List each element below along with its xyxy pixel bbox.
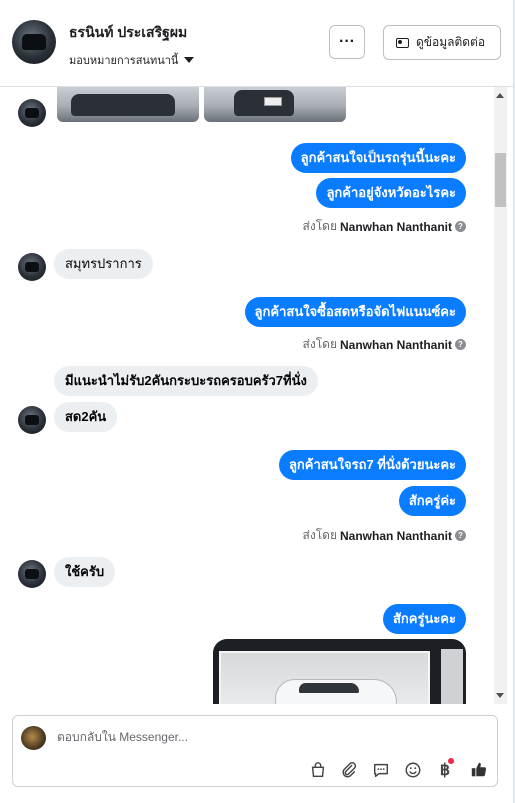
emoji-icon[interactable] xyxy=(403,760,423,780)
sent-by-label: ส่งโดย Nanwhan Nanthanit ? xyxy=(303,217,466,236)
sent-by-label: ส่งโดย Nanwhan Nanthanit ? xyxy=(303,335,466,354)
sent-by-prefix: ส่งโดย xyxy=(302,219,337,233)
sender-name: Nanwhan Nanthanit xyxy=(339,528,452,543)
message-bubble[interactable]: สด2คัน xyxy=(54,402,118,432)
caret-down-icon xyxy=(184,57,195,63)
message-bubble[interactable]: ลูกค้าอยู่จังหวัดอะไรคะ xyxy=(316,178,466,208)
conversation-header: ธรนินท์ ประเสริฐผม มอบหมายการสนทนานี้ ··… xyxy=(0,0,513,87)
contact-avatar[interactable] xyxy=(12,20,56,64)
car-photo-2[interactable] xyxy=(204,87,346,122)
contact-card-icon xyxy=(396,37,409,48)
reply-input[interactable] xyxy=(57,730,357,744)
message-bubble[interactable]: สมุทรปราการ xyxy=(54,249,153,279)
contact-avatar-small xyxy=(18,560,46,588)
message-bubble[interactable]: ลูกค้าสนใจรถ7 ที่นั่งด้วยนะคะ xyxy=(278,450,466,480)
scroll-down-icon[interactable] xyxy=(496,693,504,698)
page-avatar xyxy=(21,726,46,750)
contact-avatar-small xyxy=(18,253,46,281)
info-icon[interactable]: ? xyxy=(455,221,466,232)
assign-label: มอบหมายการสนทนานี้ xyxy=(69,55,179,67)
notification-dot xyxy=(448,758,454,764)
contact-avatar-small xyxy=(18,406,46,434)
message-bubble[interactable]: สักครู่ค่ะ xyxy=(398,486,466,516)
sent-by-prefix: ส่งโดย xyxy=(302,528,337,542)
message-bubble[interactable]: ลูกค้าสนใจซื้อสดหรือจัดไฟแนนซ์คะ xyxy=(244,297,466,327)
baht-icon[interactable]: ฿ xyxy=(435,758,455,780)
info-icon[interactable]: ? xyxy=(455,339,466,350)
suv-photo-card[interactable] xyxy=(213,639,466,704)
info-icon[interactable]: ? xyxy=(455,530,466,541)
assign-conversation-dropdown[interactable]: มอบหมายการสนทนานี้ xyxy=(69,51,195,69)
scrollbar-thumb[interactable] xyxy=(495,153,506,207)
thread-scrollbar[interactable] xyxy=(494,87,507,704)
chat-icon[interactable] xyxy=(371,760,391,780)
sender-name: Nanwhan Nanthanit xyxy=(339,219,452,234)
sent-by-prefix: ส่งโดย xyxy=(302,337,337,351)
message-bubble[interactable]: มีแนะนำไม่รับ2คันกระบะรถครอบครัว7ที่นั่ง xyxy=(54,366,318,396)
message-bubble[interactable]: สักครู่นะคะ xyxy=(382,604,466,634)
paperclip-icon[interactable] xyxy=(339,760,359,780)
message-bubble[interactable]: ลูกค้าสนใจเป็นรถรุ่นนี้นะคะ xyxy=(290,143,466,173)
contact-avatar-small xyxy=(18,99,46,127)
sent-by-label: ส่งโดย Nanwhan Nanthanit ? xyxy=(303,526,466,545)
conversation-panel: ธรนินท์ ประเสริฐผม มอบหมายการสนทนานี้ ··… xyxy=(0,0,514,803)
message-thread[interactable]: ลูกค้าสนใจเป็นรถรุ่นนี้นะคะ ลูกค้าอยู่จั… xyxy=(0,87,493,704)
more-options-button[interactable]: ··· xyxy=(329,25,365,59)
reply-composer: ฿ xyxy=(12,715,498,787)
view-contact-label: ดูข้อมูลติดต่อ xyxy=(416,35,486,49)
scroll-up-icon[interactable] xyxy=(496,93,504,98)
car-photo-1[interactable] xyxy=(57,87,199,122)
sender-name: Nanwhan Nanthanit xyxy=(339,337,452,352)
suv-photo xyxy=(219,651,430,704)
contact-name: ธรนินท์ ประเสริฐผม xyxy=(69,24,188,40)
bag-icon[interactable] xyxy=(308,760,328,780)
view-contact-button[interactable]: ดูข้อมูลติดต่อ xyxy=(383,25,501,60)
thumbs-up-icon[interactable] xyxy=(469,760,489,780)
message-bubble[interactable]: ใช้ครับ xyxy=(54,557,116,587)
